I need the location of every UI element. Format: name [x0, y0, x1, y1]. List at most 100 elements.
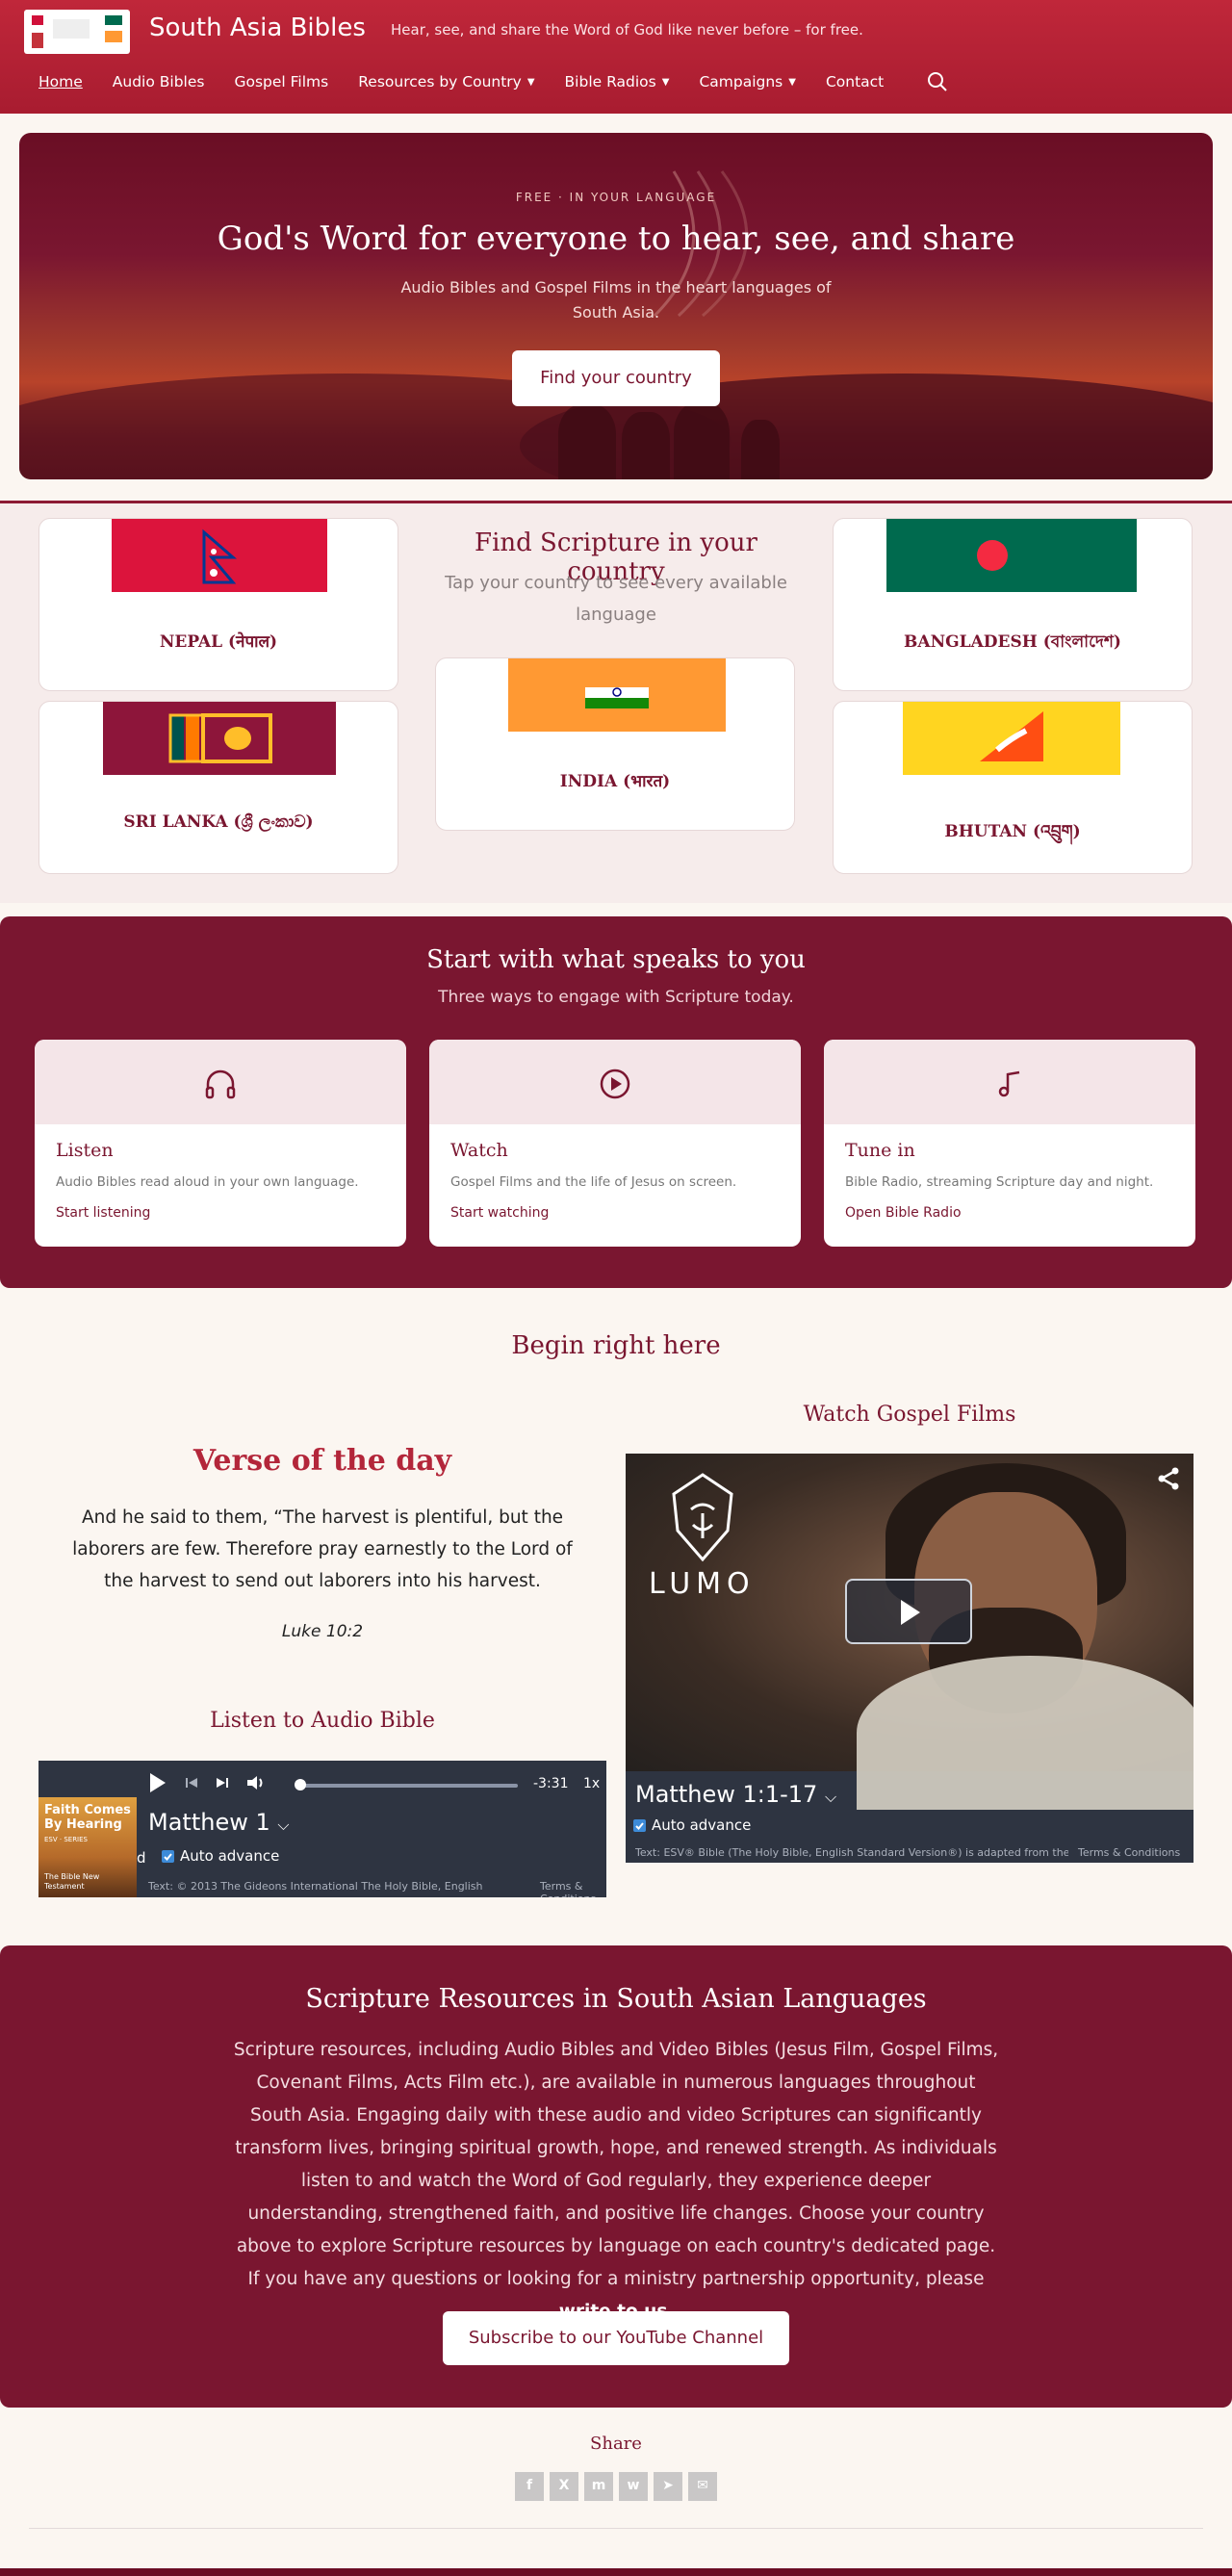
start-listening-link[interactable]: Start listening: [56, 1205, 150, 1221]
telegram-icon[interactable]: ➤: [654, 2472, 682, 2501]
audio-chapter-select[interactable]: Matthew 1 ⌵: [148, 1809, 290, 1836]
country-card-india[interactable]: INDIA (भारत): [435, 657, 795, 831]
audio-auto-advance[interactable]: Auto advance: [162, 1847, 279, 1865]
country-card-nepal[interactable]: NEPAL (नेपाल): [38, 518, 398, 691]
volume-icon[interactable]: [244, 1772, 266, 1793]
countries-section: NEPAL (नेपाल) Find Scripture in your cou…: [0, 503, 1232, 903]
start-watching-link[interactable]: Start watching: [450, 1205, 549, 1221]
auto-advance-label: Auto advance: [652, 1816, 752, 1834]
nav-audio-bibles[interactable]: Audio Bibles: [113, 73, 205, 90]
nepal-flag-mini: [32, 15, 43, 25]
hero-eyebrow: FREE · IN YOUR LANGUAGE: [515, 191, 717, 204]
card-desc: Bible Radio, streaming Scripture day and…: [845, 1174, 1154, 1190]
srilanka-flag: [103, 702, 336, 775]
whatsapp-icon[interactable]: w: [619, 2472, 648, 2501]
truncated-label: d: [137, 1849, 146, 1867]
srilanka-flag-mini: [32, 33, 43, 48]
open-bible-radio-link[interactable]: Open Bible Radio: [845, 1205, 962, 1221]
caret-down-icon: ▼: [661, 77, 670, 88]
india-flag: [508, 658, 726, 732]
engage-subtitle: Three ways to engage with Scripture toda…: [438, 988, 794, 1007]
audio-time: -3:31: [533, 1776, 569, 1791]
audio-chapter-label: Matthew 1: [148, 1809, 270, 1836]
audio-credit: Text: © 2013 The Gideons International T…: [148, 1880, 483, 1893]
nav-campaigns-label: Campaigns: [699, 73, 783, 90]
find-country-button[interactable]: Find your country: [512, 350, 720, 406]
india-flag-mini: [53, 19, 90, 39]
video-play-button[interactable]: [845, 1579, 972, 1644]
share-buttons: f X m w ➤ ✉: [515, 2472, 723, 2501]
play-circle-icon: [600, 1069, 630, 1099]
video-terms-link[interactable]: Terms & Conditions: [1078, 1846, 1180, 1859]
nav-campaigns[interactable]: Campaigns ▼: [699, 73, 796, 90]
audio-controls: [144, 1770, 266, 1795]
country-card-bangladesh[interactable]: BANGLADESH (বাংলাদেশ): [833, 518, 1193, 691]
headphones-icon: [205, 1069, 236, 1099]
x-icon[interactable]: X: [550, 2472, 578, 2501]
people-silhouette: [558, 402, 808, 479]
playback-speed[interactable]: 1x: [583, 1776, 600, 1791]
main-nav: Home Audio Bibles Gospel Films Resources…: [38, 71, 948, 92]
audio-progress-handle[interactable]: [295, 1779, 306, 1790]
nav-home[interactable]: Home: [38, 73, 83, 90]
footer-divider: [29, 2528, 1203, 2529]
video-auto-advance[interactable]: Auto advance: [633, 1816, 751, 1834]
listen-card[interactable]: Listen Audio Bibles read aloud in your o…: [35, 1040, 406, 1247]
video-frame[interactable]: LUMO: [626, 1454, 1194, 1810]
messenger-icon[interactable]: m: [584, 2472, 613, 2501]
resources-title: Scripture Resources in South Asian Langu…: [305, 1984, 927, 2014]
audio-terms-link[interactable]: Terms & Conditions: [540, 1880, 606, 1897]
audio-player: Faith Comes By Hearing ESV · SERIES The …: [38, 1761, 606, 1897]
video-chapter-select[interactable]: Matthew 1:1-17 ⌵: [635, 1781, 836, 1808]
play-icon[interactable]: [144, 1770, 169, 1795]
caret-down-icon: ▼: [788, 77, 796, 88]
card-title: Listen: [56, 1140, 114, 1161]
card-icon-area: [824, 1040, 1195, 1124]
checkbox-checked-icon[interactable]: [162, 1849, 174, 1863]
card-title: Tune in: [845, 1140, 915, 1161]
share-icon[interactable]: [1155, 1465, 1182, 1492]
subscribe-youtube-button[interactable]: Subscribe to our YouTube Channel: [443, 2311, 789, 2365]
country-card-bhutan[interactable]: BHUTAN (འབྲུག): [833, 701, 1193, 874]
site-tagline: Hear, see, and share the Word of God lik…: [391, 21, 863, 39]
email-icon[interactable]: ✉: [688, 2472, 717, 2501]
verse-of-day-title: Verse of the day: [192, 1444, 452, 1478]
tune-in-card[interactable]: Tune in Bible Radio, streaming Scripture…: [824, 1040, 1195, 1247]
music-note-icon: [998, 1070, 1020, 1097]
video-credit: Text: ESV® Bible (The Holy Bible, Englis…: [635, 1846, 1068, 1859]
verse-of-day-text: And he said to them, “The harvest is ple…: [72, 1507, 573, 1591]
card-icon-area: [35, 1040, 406, 1124]
nav-resources-by-country[interactable]: Resources by Country ▼: [358, 73, 534, 90]
nav-contact[interactable]: Contact: [826, 73, 884, 90]
bhutan-flag: [903, 702, 1120, 775]
site-logo[interactable]: [24, 10, 130, 54]
nav-gospel-films[interactable]: Gospel Films: [234, 73, 328, 90]
nav-bible-radios[interactable]: Bible Radios ▼: [565, 73, 670, 90]
skip-back-icon[interactable]: [183, 1774, 200, 1791]
verse-reference[interactable]: Luke 10:2: [38, 1622, 606, 1641]
country-name: NEPAL (नेपाल): [159, 632, 278, 652]
caret-down-icon: ▼: [526, 77, 535, 88]
lumo-brand: LUMO: [649, 1567, 756, 1601]
watch-card[interactable]: Watch Gospel Films and the life of Jesus…: [429, 1040, 801, 1247]
checkbox-checked-icon[interactable]: [633, 1818, 646, 1832]
album-cover: Faith Comes By Hearing ESV · SERIES The …: [38, 1797, 137, 1897]
watch-gospel-films-title: Watch Gospel Films: [803, 1403, 1016, 1427]
audio-progress-track[interactable]: [296, 1784, 518, 1788]
cover-subtitle: ESV · SERIES: [44, 1836, 88, 1843]
find-scripture-subtitle: Tap your country to see every available …: [445, 573, 787, 625]
begin-title: Begin right here: [511, 1331, 721, 1360]
bangladesh-flag: [886, 519, 1137, 592]
auto-advance-label: Auto advance: [180, 1847, 280, 1865]
nepal-flag: [112, 519, 327, 592]
country-card-srilanka[interactable]: SRI LANKA (ශ්‍රී ලංකාව): [38, 701, 398, 874]
search-icon[interactable]: [927, 71, 948, 92]
site-title[interactable]: South Asia Bibles: [149, 13, 366, 42]
resources-text: Scripture resources, including Audio Bib…: [231, 2034, 1001, 2329]
bhutan-flag-mini: [105, 31, 122, 42]
skip-forward-icon[interactable]: [214, 1774, 231, 1791]
cover-title: Faith Comes By Hearing: [44, 1803, 131, 1832]
facebook-icon[interactable]: f: [515, 2472, 544, 2501]
card-desc: Gospel Films and the life of Jesus on sc…: [450, 1174, 737, 1190]
hero-subtitle: Audio Bibles and Gospel Films in the hea…: [400, 278, 832, 322]
